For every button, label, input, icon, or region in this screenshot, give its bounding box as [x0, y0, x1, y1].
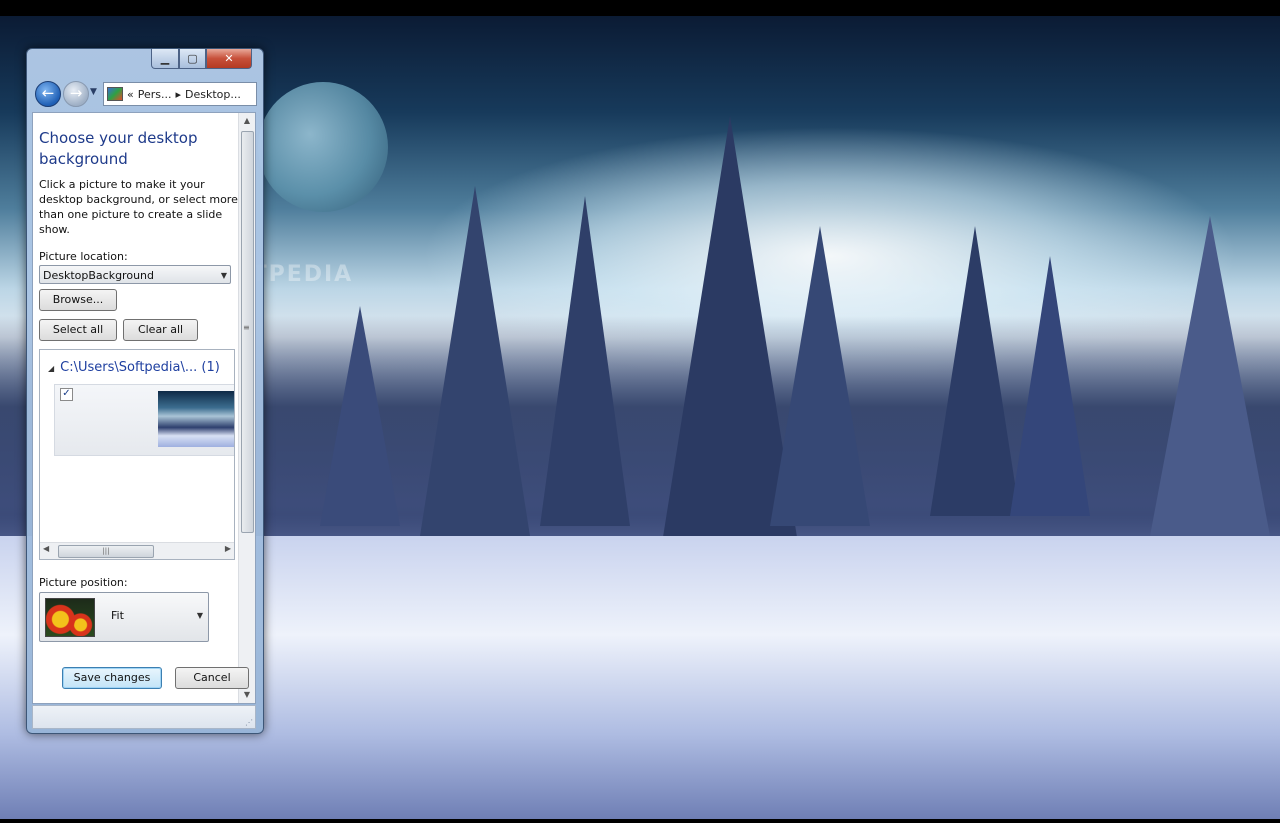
breadcrumb-personalization[interactable]: Pers... — [138, 88, 172, 101]
gallery-item-checkbox[interactable]: ✓ — [60, 388, 73, 401]
picture-position-label: Picture position: — [39, 576, 128, 589]
save-changes-button[interactable]: Save changes — [62, 667, 162, 689]
moon — [258, 82, 388, 212]
chevron-down-icon: ▼ — [196, 611, 203, 620]
personalization-window: ▁ ▢ ✕ ← → ▼ « Pers... ▸ Desktop... Choos… — [26, 48, 264, 734]
forward-arrow-icon[interactable]: → — [63, 81, 89, 107]
control-panel-icon — [107, 87, 123, 101]
picture-position-value: Fit — [111, 609, 124, 622]
page-description: Click a picture to make it your desktop … — [39, 178, 238, 236]
scroll-right-arrow-icon[interactable]: ▶ — [225, 544, 231, 553]
content-vertical-scrollbar[interactable]: ▲ ≡ ▼ — [238, 113, 255, 703]
gallery-item[interactable]: ✓ — [54, 384, 234, 456]
recent-pages-chevron-icon[interactable]: ▼ — [90, 87, 97, 97]
navigation-bar: ← → ▼ « Pers... ▸ Desktop... — [33, 79, 257, 107]
scroll-left-arrow-icon[interactable]: ◀ — [43, 544, 49, 553]
gallery-group-header[interactable]: ◢ C:\Users\Softpedia\... (1) — [48, 360, 220, 375]
collapse-triangle-icon[interactable]: ◢ — [48, 364, 54, 373]
select-all-button[interactable]: Select all — [39, 319, 117, 341]
picture-gallery[interactable]: ◢ C:\Users\Softpedia\... (1) ✓ ◀ ||| ▶ — [39, 349, 235, 560]
chevron-down-icon: ▼ — [220, 271, 227, 280]
maximize-button[interactable]: ▢ — [179, 49, 206, 69]
address-bar[interactable]: « Pers... ▸ Desktop... — [103, 82, 257, 106]
status-bar: ⋰ — [32, 705, 256, 729]
picture-position-dropdown[interactable]: Fit ▼ — [39, 592, 209, 642]
tree — [420, 186, 530, 536]
breadcrumb-desktop-background[interactable]: Desktop... — [185, 88, 241, 101]
scroll-down-arrow-icon[interactable]: ▼ — [239, 687, 255, 703]
close-button[interactable]: ✕ — [206, 49, 252, 69]
picture-location-dropdown[interactable]: DesktopBackground ▼ — [39, 265, 231, 284]
minimize-button[interactable]: ▁ — [151, 49, 179, 69]
tree — [540, 196, 630, 526]
winter-forest-thumbnail[interactable] — [158, 391, 234, 447]
tree — [320, 306, 400, 526]
tree — [930, 226, 1020, 516]
page-title: Choose your desktop background — [39, 129, 198, 168]
picture-location-value: DesktopBackground — [43, 269, 154, 282]
scroll-grip-icon: ≡ — [243, 323, 250, 332]
tree — [1150, 216, 1270, 536]
flowers-preview-icon — [45, 598, 95, 637]
tree — [770, 226, 870, 526]
breadcrumb-separator-icon[interactable]: ▸ — [176, 88, 182, 101]
content-pane: Choose your desktop background Click a p… — [32, 112, 256, 704]
clear-all-button[interactable]: Clear all — [123, 319, 198, 341]
resize-grip-icon[interactable]: ⋰ — [245, 718, 253, 727]
tree — [1010, 256, 1090, 516]
horizontal-scroll-thumb[interactable]: ||| — [58, 545, 154, 558]
browse-button[interactable]: Browse... — [39, 289, 117, 311]
gallery-group-label: C:\Users\Softpedia\... (1) — [60, 360, 220, 375]
gallery-horizontal-scrollbar[interactable]: ◀ ||| ▶ — [40, 542, 234, 559]
caption-buttons: ▁ ▢ ✕ — [151, 49, 252, 69]
cancel-button[interactable]: Cancel — [175, 667, 249, 689]
picture-location-label: Picture location: — [39, 250, 128, 263]
back-arrow-icon[interactable]: ← — [35, 81, 61, 107]
breadcrumb-overflow[interactable]: « — [127, 88, 134, 101]
scroll-up-arrow-icon[interactable]: ▲ — [239, 113, 255, 129]
vertical-scroll-thumb[interactable] — [241, 131, 254, 533]
